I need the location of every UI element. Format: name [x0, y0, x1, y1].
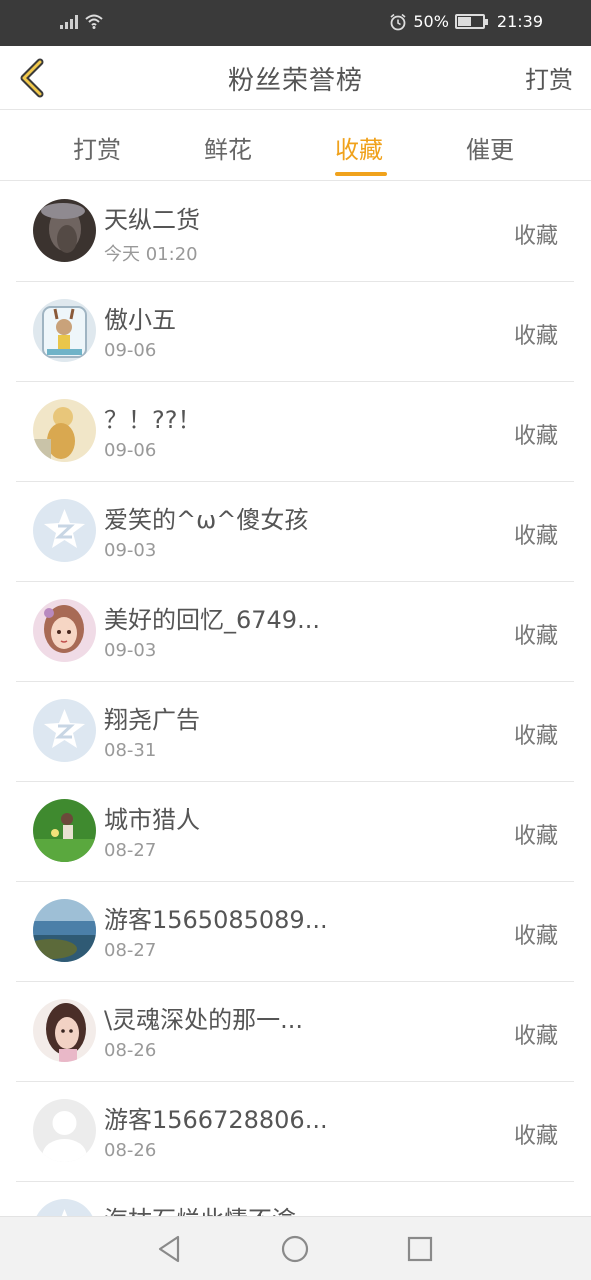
tab-favorites[interactable]: 收藏: [335, 130, 383, 165]
avatar: [33, 999, 96, 1062]
action-type: 收藏: [513, 1024, 558, 1049]
back-triangle-icon[interactable]: [154, 1233, 186, 1265]
list-item[interactable]: 海枯石烂此情不渝: [16, 1182, 574, 1216]
alarm-icon: [390, 13, 406, 30]
action-type: 收藏: [513, 924, 558, 949]
home-circle-icon[interactable]: [279, 1233, 311, 1265]
user-name: 游客1565085089...: [104, 906, 328, 934]
action-date: 09-03: [104, 540, 157, 561]
list-item[interactable]: 天纵二货 今天 01:20 收藏: [16, 182, 574, 282]
user-name: 天纵二货: [104, 206, 200, 234]
user-name: 海枯石烂此情不渝: [104, 1200, 296, 1216]
user-name: 城市猎人: [104, 806, 200, 834]
user-name: \灵魂深处的那一...: [104, 1006, 303, 1034]
action-date: 09-06: [104, 440, 157, 461]
avatar: [33, 799, 96, 862]
avatar: [33, 399, 96, 462]
avatar: [33, 1199, 96, 1216]
tab-bar: 打赏 鲜花 收藏 催更: [0, 110, 591, 181]
battery-icon: [454, 14, 488, 29]
action-date: 09-06: [104, 340, 157, 361]
signal-icon: [60, 13, 78, 29]
avatar: [33, 299, 96, 362]
list-item[interactable]: 游客1565085089... 08-27 收藏: [16, 882, 574, 982]
fan-list: 天纵二货 今天 01:20 收藏 傲小五 09-06 收藏 ？！??！ 09-0…: [0, 182, 591, 1216]
action-date: 今天 01:20: [104, 244, 198, 265]
clock: 21:39: [496, 12, 543, 31]
avatar: [33, 699, 96, 762]
recents-square-icon[interactable]: [404, 1233, 436, 1265]
active-tab-indicator: [335, 172, 387, 176]
battery-percent: 50%: [413, 12, 449, 31]
page-title: 粉丝荣誉榜: [227, 66, 363, 96]
avatar: [33, 499, 96, 562]
avatar: [33, 1099, 96, 1162]
action-date: 08-27: [104, 940, 157, 961]
avatar: [33, 899, 96, 962]
list-item[interactable]: 傲小五 09-06 收藏: [16, 282, 574, 382]
action-type: 收藏: [513, 524, 558, 549]
tab-reward[interactable]: 打赏: [73, 130, 121, 165]
action-type: 收藏: [513, 224, 558, 249]
action-type: 收藏: [513, 824, 558, 849]
list-item[interactable]: 翔尧广告 08-31 收藏: [16, 682, 574, 782]
wifi-icon: [85, 14, 103, 29]
action-date: 09-03: [104, 640, 157, 661]
avatar: [33, 199, 96, 262]
action-date: 08-26: [104, 1040, 157, 1061]
action-date: 08-31: [104, 740, 157, 761]
tab-urge-update[interactable]: 催更: [466, 130, 514, 165]
signal-wifi-group: [60, 13, 104, 29]
list-item[interactable]: 城市猎人 08-27 收藏: [16, 782, 574, 882]
list-item[interactable]: \灵魂深处的那一... 08-26 收藏: [16, 982, 574, 1082]
status-right-group: 50% 21:39: [389, 12, 543, 31]
action-type: 收藏: [513, 724, 558, 749]
action-type: 收藏: [513, 624, 558, 649]
user-name: 美好的回忆_6749...: [104, 606, 320, 634]
reward-button[interactable]: 打赏: [525, 60, 573, 95]
action-type: 收藏: [513, 1124, 558, 1149]
avatar: [33, 599, 96, 662]
action-date: 08-27: [104, 840, 157, 861]
status-bar: 50% 21:39: [0, 0, 591, 46]
user-name: ？！??！: [104, 406, 202, 434]
tab-flowers[interactable]: 鲜花: [204, 130, 252, 165]
list-item[interactable]: 美好的回忆_6749... 09-03 收藏: [16, 582, 574, 682]
user-name: 爱笑的^ω^傻女孩: [104, 506, 309, 534]
user-name: 翔尧广告: [104, 706, 200, 734]
user-name: 傲小五: [104, 306, 176, 334]
top-header: 粉丝荣誉榜 打赏: [0, 46, 591, 110]
user-name: 游客1566728806...: [104, 1106, 328, 1134]
system-nav-bar: [0, 1216, 591, 1280]
action-date: 08-26: [104, 1140, 157, 1161]
action-type: 收藏: [513, 324, 558, 349]
list-item[interactable]: 爱笑的^ω^傻女孩 09-03 收藏: [16, 482, 574, 582]
action-type: 收藏: [513, 424, 558, 449]
list-item[interactable]: ？！??！ 09-06 收藏: [16, 382, 574, 482]
list-item[interactable]: 游客1566728806... 08-26 收藏: [16, 1082, 574, 1182]
